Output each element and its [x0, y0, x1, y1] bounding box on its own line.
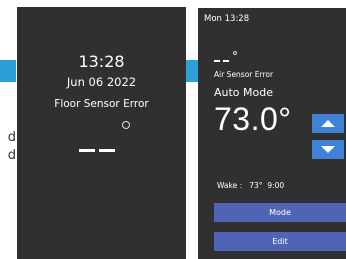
floor-sensor-error: Floor Sensor Error: [54, 98, 149, 110]
degree-icon: [233, 51, 237, 55]
mode-button[interactable]: Mode: [214, 203, 346, 222]
accent-strip-right: [186, 60, 198, 82]
day-time-header: Mon 13:28: [204, 14, 250, 24]
accent-strip-left: [0, 60, 16, 82]
schedule-wake-row: Wake : 73° 9:00: [217, 181, 285, 190]
temperature-up-button[interactable]: [312, 114, 344, 133]
clock-time: 13:28: [78, 52, 125, 71]
arrow-down-icon: [321, 146, 335, 153]
air-temp-placeholder-dash: [223, 60, 229, 62]
temperature-placeholder-dash: [99, 149, 115, 152]
clock-date: Jun 06 2022: [66, 75, 137, 89]
thermostat-screen-air: Mon 13:28 Air Sensor Error Auto Mode 73.…: [198, 8, 346, 259]
air-temp-placeholder-dash: [214, 60, 220, 62]
temperature-down-button[interactable]: [312, 140, 344, 159]
air-sensor-error: Air Sensor Error: [214, 70, 274, 79]
clipped-label-2: d: [7, 148, 16, 163]
thermostat-screen-floor: 13:28 Jun 06 2022 Floor Sensor Error: [17, 7, 186, 259]
mode-label: Auto Mode: [214, 86, 274, 99]
degree-icon: [122, 121, 130, 129]
edit-button[interactable]: Edit: [214, 232, 346, 251]
setpoint-temperature: 73.0°: [214, 101, 292, 137]
temperature-placeholder-dash: [79, 149, 95, 152]
arrow-up-icon: [321, 120, 335, 127]
clipped-label-1: d: [7, 130, 16, 145]
